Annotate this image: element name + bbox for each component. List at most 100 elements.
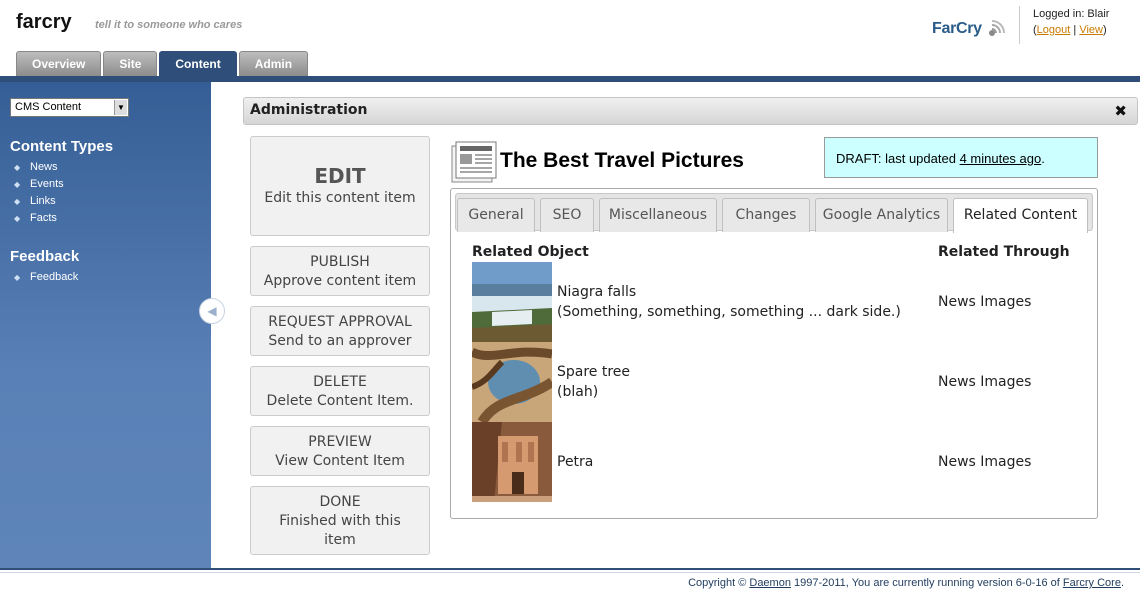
tab-general[interactable]: General: [457, 198, 535, 232]
signal-icon: [989, 20, 1005, 36]
tab-overview[interactable]: Overview: [16, 51, 102, 76]
footer-divider-light: [0, 572, 1140, 573]
sidebar-item-news[interactable]: ◆ News: [14, 159, 64, 176]
preview-button-desc: View Content Item: [275, 453, 405, 469]
bullet-icon: ◆: [14, 273, 21, 282]
niagara-falls-thumbnail: [472, 262, 552, 342]
main-nav-tabs: Overview Site Content Admin: [16, 51, 309, 76]
daemon-link[interactable]: Daemon: [749, 577, 791, 589]
tab-content[interactable]: Content: [159, 51, 237, 76]
column-header-related-through: Related Through: [938, 244, 1070, 260]
related-through: News Images: [938, 374, 1032, 390]
sidebar-item-label: Events: [30, 178, 64, 190]
preview-button[interactable]: PREVIEW View Content Item: [250, 426, 430, 476]
sidebar-item-facts[interactable]: ◆ Facts: [14, 210, 64, 227]
sidebar-item-label: Links: [30, 195, 56, 207]
publish-button-title: PUBLISH: [310, 254, 370, 270]
user-box: Logged in: Blair (Logout | View): [1019, 6, 1109, 44]
footer-version: 1997-2011, You are currently running ver…: [790, 577, 1063, 589]
done-button[interactable]: DONE Finished with this item: [250, 486, 430, 555]
related-item-title: Spare tree (blah): [557, 362, 630, 402]
bullet-icon: ◆: [14, 214, 21, 223]
sidebar-item-label: News: [30, 161, 58, 173]
footer: Copyright © Daemon 1997-2011, You are cu…: [688, 577, 1124, 589]
view-link[interactable]: View: [1079, 24, 1103, 36]
related-item-desc: (Something, something, something ... dar…: [557, 304, 901, 320]
content-type-select-value: CMS Content: [15, 101, 82, 113]
site-name[interactable]: farcry: [16, 11, 72, 34]
related-through: News Images: [938, 454, 1032, 470]
logged-in-label: Logged in: Blair: [1033, 8, 1110, 20]
sidebar-item-links[interactable]: ◆ Links: [14, 193, 64, 210]
done-button-desc: Finished with this item: [279, 513, 401, 548]
status-badge: DRAFT: last updated 4 minutes ago.: [824, 137, 1098, 178]
farcry-core-link[interactable]: Farcry Core: [1063, 577, 1121, 589]
related-item-title: Niagra falls (Something, something, some…: [557, 282, 901, 322]
related-item-title: Petra: [557, 452, 593, 472]
status-suffix: .: [1041, 151, 1045, 166]
footer-copyright: Copyright ©: [688, 577, 750, 589]
table-row[interactable]: Petra News Images: [472, 422, 1092, 502]
footer-suffix: .: [1120, 577, 1124, 589]
delete-button-desc: Delete Content Item.: [266, 393, 414, 409]
related-item-name[interactable]: Spare tree: [557, 362, 630, 382]
related-item-name[interactable]: Niagra falls: [557, 282, 901, 302]
collapse-sidebar-icon[interactable]: ◀: [199, 298, 225, 324]
site-tagline: tell it to someone who cares: [95, 19, 243, 31]
edit-button[interactable]: EDIT Edit this content item: [250, 136, 430, 236]
table-row[interactable]: Niagra falls (Something, something, some…: [472, 262, 1092, 342]
preview-button-title: PREVIEW: [308, 434, 372, 450]
bullet-icon: ◆: [14, 197, 21, 206]
column-header-related-object: Related Object: [472, 244, 589, 260]
tab-site[interactable]: Site: [103, 51, 158, 76]
tab-admin[interactable]: Admin: [238, 51, 309, 76]
spare-tree-thumbnail: [472, 342, 552, 422]
administration-bar: Administration ✖: [243, 97, 1138, 125]
header: farcry tell it to someone who cares FarC…: [0, 0, 1140, 76]
sidebar-item-label: Facts: [30, 212, 57, 224]
footer-divider: [0, 568, 1140, 570]
table-row[interactable]: Spare tree (blah) News Images: [472, 342, 1092, 422]
related-item-name[interactable]: Petra: [557, 452, 593, 472]
publish-button-desc: Approve content item: [263, 273, 417, 289]
request-approval-button-title: REQUEST APPROVAL: [268, 314, 412, 330]
sidebar-heading-feedback: Feedback: [10, 248, 80, 265]
petra-thumbnail: [472, 422, 552, 502]
sidebar-content-types-list: ◆ News ◆ Events ◆ Links ◆ Facts: [14, 159, 64, 227]
farcry-logo-text: FarCry: [932, 20, 982, 37]
content-type-select[interactable]: CMS Content ▼: [10, 98, 129, 117]
logout-link[interactable]: Logout: [1037, 24, 1071, 36]
bullet-icon: ◆: [14, 163, 21, 172]
administration-title: Administration: [250, 102, 368, 118]
panel-tabbar: General SEO Miscellaneous Changes Google…: [455, 193, 1093, 233]
user-links: (Logout | View): [1033, 24, 1107, 36]
sidebar: CMS Content ▼ Content Types ◆ News ◆ Event…: [0, 82, 211, 568]
close-icon[interactable]: ✖: [1114, 102, 1127, 120]
sidebar-item-label: Feedback: [30, 271, 79, 283]
sidebar-heading-content-types: Content Types: [10, 138, 114, 155]
bullet-icon: ◆: [14, 180, 21, 189]
sidebar-item-events[interactable]: ◆ Events: [14, 176, 64, 193]
chevron-down-icon[interactable]: ▼: [114, 100, 127, 115]
delete-button[interactable]: DELETE Delete Content Item.: [250, 366, 430, 416]
related-through: News Images: [938, 294, 1032, 310]
related-item-desc: (blah): [557, 384, 599, 400]
request-approval-button[interactable]: REQUEST APPROVAL Send to an approver: [250, 306, 430, 356]
page-title: The Best Travel Pictures: [500, 149, 744, 172]
request-approval-button-desc: Send to an approver: [268, 333, 412, 349]
done-button-title: DONE: [319, 494, 361, 510]
sidebar-feedback-list: ◆ Feedback: [14, 269, 78, 286]
tab-seo[interactable]: SEO: [540, 198, 594, 232]
edit-button-desc: Edit this content item: [264, 190, 416, 206]
news-document-icon: [451, 141, 497, 183]
status-prefix: DRAFT: last updated: [836, 151, 960, 166]
status-time: 4 minutes ago: [959, 151, 1042, 166]
tab-miscellaneous[interactable]: Miscellaneous: [599, 198, 717, 232]
delete-button-title: DELETE: [313, 374, 367, 390]
tab-changes[interactable]: Changes: [722, 198, 810, 232]
publish-button[interactable]: PUBLISH Approve content item: [250, 246, 430, 296]
sidebar-item-feedback[interactable]: ◆ Feedback: [14, 269, 78, 286]
edit-button-title: EDIT: [314, 164, 366, 188]
tab-related-content[interactable]: Related Content: [953, 198, 1088, 233]
tab-google-analytics[interactable]: Google Analytics: [815, 198, 948, 232]
